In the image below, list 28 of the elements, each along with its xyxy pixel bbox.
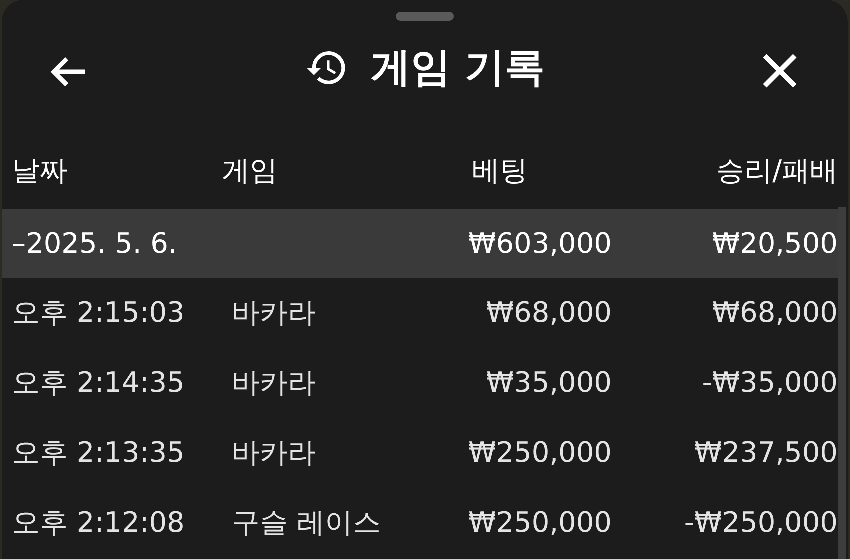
drag-handle[interactable] <box>396 12 454 21</box>
table-cell: 바카라 <box>232 296 316 329</box>
table-cell: ₩250,000 <box>468 436 612 469</box>
table-cell: –2025. 5. 6. <box>12 226 178 260</box>
table-cell: ₩20,500 <box>712 226 838 260</box>
table-cell: 오후 2:12:08 <box>12 506 185 539</box>
date-group-row[interactable]: –2025. 5. 6. ₩603,000 ₩20,500 <box>2 209 838 278</box>
column-header[interactable]: 게임 <box>222 154 278 187</box>
scrollbar[interactable] <box>838 207 846 559</box>
table-cell: -₩250,000 <box>684 506 838 539</box>
close-icon <box>761 52 799 90</box>
table-cell: 구슬 레이스 <box>232 506 381 539</box>
table-cell: 오후 2:13:35 <box>12 436 185 469</box>
column-header[interactable]: 베팅 <box>472 154 528 187</box>
table-cell: 바카라 <box>232 436 316 469</box>
column-header[interactable]: 승리/패배 <box>716 154 838 187</box>
table-cell: -₩35,000 <box>702 366 838 399</box>
window-title: 게임 기록 <box>371 44 545 93</box>
table-cell: ₩250,000 <box>468 506 612 539</box>
table-cell: ₩237,500 <box>694 436 838 469</box>
table-cell: 오후 2:15:03 <box>12 296 185 329</box>
column-header[interactable]: 날짜 <box>12 154 68 187</box>
table-cell: ₩603,000 <box>468 226 612 260</box>
table-cell: ₩35,000 <box>486 366 612 399</box>
table-cell: 바카라 <box>232 366 316 399</box>
table-cell: 오후 2:14:35 <box>12 366 185 399</box>
table-cell: ₩68,000 <box>712 296 838 329</box>
table-cell: ₩68,000 <box>486 296 612 329</box>
